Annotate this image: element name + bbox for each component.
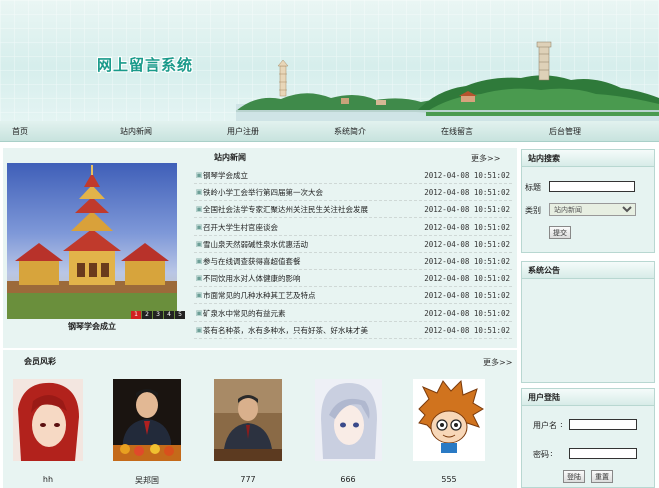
news-item-date: 2012-04-08 10:51:02 xyxy=(424,205,510,215)
login-username-colon: : xyxy=(560,420,563,429)
carousel-page-5[interactable]: 5 xyxy=(175,311,185,319)
news-item-date: 2012-04-08 10:51:02 xyxy=(424,188,510,198)
site-title: 网上留言系统 xyxy=(97,56,194,74)
carousel-page-3[interactable]: 3 xyxy=(153,311,163,319)
login-header: 用户登陆 xyxy=(522,389,654,406)
carousel-page-1[interactable]: 1 xyxy=(131,311,141,319)
news-item-date: 2012-04-08 10:51:02 xyxy=(424,291,510,301)
news-item[interactable]: ▣ 雪山泉天然弱碱性泉水优惠活动 2012-04-08 10:51:02 xyxy=(194,236,512,253)
news-item-date: 2012-04-08 10:51:02 xyxy=(424,257,510,266)
nav-online-message[interactable]: 在线留言 xyxy=(441,121,473,142)
login-username-input[interactable] xyxy=(569,419,637,430)
news-item-date: 2012-04-08 10:51:02 xyxy=(424,222,510,232)
member-photo-3[interactable] xyxy=(214,379,282,461)
members-header: 会员风彩 xyxy=(24,357,56,366)
members-more-link[interactable]: 更多>> xyxy=(483,357,512,368)
login-username-label: 用户名 xyxy=(533,421,557,430)
member-photo-5[interactable] xyxy=(413,379,485,461)
login-password-colon: : xyxy=(550,449,553,458)
login-password-input[interactable] xyxy=(569,448,637,459)
search-header: 站内搜索 xyxy=(522,150,654,167)
search-box: 站内搜索 标题 类别 站内新闻 提交 xyxy=(521,149,655,253)
tall-pagoda xyxy=(536,41,552,81)
news-item-title[interactable]: 矿泉水中常见的有益元素 xyxy=(203,305,423,322)
news-header: 站内新闻 xyxy=(214,153,246,162)
login-submit-button[interactable]: 登陆 xyxy=(563,470,585,483)
search-title-input[interactable] xyxy=(549,181,635,192)
member-name-5[interactable]: 555 xyxy=(409,475,489,484)
news-item-title[interactable]: 不同饮用水对人体健康的影响 xyxy=(203,270,423,287)
news-item[interactable]: ▣ 召开大学生村官座谈会 2012-04-08 10:51:02 xyxy=(194,219,512,236)
site-banner: 网上留言系统 xyxy=(0,0,659,121)
news-item-date: 2012-04-08 10:51:02 xyxy=(424,171,510,180)
news-item[interactable]: ▣ 参与在线调查获得喜超值套餐 2012-04-08 10:51:02 xyxy=(194,253,512,270)
news-item-title[interactable]: 钢琴学会成立 xyxy=(203,167,423,184)
carousel-caption[interactable]: 钢琴学会成立 xyxy=(7,321,177,332)
news-item-title[interactable]: 铁岭小学工会举行第四届第一次大会 xyxy=(203,184,423,201)
member-photo-2[interactable] xyxy=(113,379,181,461)
news-item[interactable]: ▣ 全国社会法学专家汇聚达州关注民生关注社会发展 2012-04-08 10:51:… xyxy=(194,201,512,219)
news-more-link[interactable]: 更多>> xyxy=(471,153,500,164)
search-category-select[interactable]: 站内新闻 xyxy=(549,203,636,216)
login-reset-button[interactable]: 重置 xyxy=(591,470,613,483)
news-item-title[interactable]: 参与在线调查获得喜超值套餐 xyxy=(203,253,423,270)
small-pagoda xyxy=(277,59,289,97)
news-item-date: 2012-04-08 10:51:02 xyxy=(424,274,510,284)
news-item-title[interactable]: 召开大学生村官座谈会 xyxy=(203,219,423,236)
carousel-page-4[interactable]: 4 xyxy=(164,311,174,319)
news-item-title[interactable]: 全国社会法学专家汇聚达州关注民生关注社会发展 xyxy=(203,201,423,218)
nav-home[interactable]: 首页 xyxy=(12,121,28,142)
news-item[interactable]: ▣ 矿泉水中常见的有益元素 2012-04-08 10:51:02 xyxy=(194,305,512,322)
news-item-title[interactable]: 市面常见的几种水种其工艺及特点 xyxy=(203,287,423,304)
member-name-3[interactable]: 777 xyxy=(208,475,288,484)
carousel-page-2[interactable]: 2 xyxy=(142,311,152,319)
news-item[interactable]: ▣ 茶有名种茶，水有多种水，只有好茶、好水味才美 2012-04-08 10:51:… xyxy=(194,322,512,339)
nav-system-intro[interactable]: 系统简介 xyxy=(334,121,366,142)
nav-user-register[interactable]: 用户注册 xyxy=(227,121,259,142)
news-carousel[interactable] xyxy=(7,163,177,319)
search-category-label: 类别 xyxy=(525,206,541,215)
news-item-date: 2012-04-08 10:51:02 xyxy=(424,308,510,318)
login-password-label: 密码 xyxy=(533,450,549,459)
news-item[interactable]: ▣ 不同饮用水对人体健康的影响 2012-04-08 10:51:02 xyxy=(194,270,512,288)
announcement-box: 系统公告 xyxy=(521,261,655,383)
carousel-image xyxy=(7,165,177,319)
member-photo-1[interactable] xyxy=(13,379,83,461)
main-nav: 首页 站内新闻 用户注册 系统简介 在线留言 后台管理 xyxy=(0,121,659,142)
nav-site-news[interactable]: 站内新闻 xyxy=(120,121,152,142)
news-item[interactable]: ▣ 铁岭小学工会举行第四届第一次大会 2012-04-08 10:51:02 xyxy=(194,184,512,202)
member-photo-4[interactable] xyxy=(315,379,382,461)
member-name-2[interactable]: 吴邦国 xyxy=(107,475,187,486)
nav-admin[interactable]: 后台管理 xyxy=(549,121,581,142)
island-pagoda-scenery xyxy=(236,41,659,121)
search-submit-button[interactable]: 提交 xyxy=(549,226,571,239)
news-item-date: 2012-04-08 10:51:02 xyxy=(424,325,510,335)
announcement-header: 系统公告 xyxy=(522,262,654,279)
member-name-4[interactable]: 666 xyxy=(308,475,388,484)
news-item[interactable]: ▣ 市面常见的几种水种其工艺及特点 2012-04-08 10:51:02 xyxy=(194,287,512,305)
login-box: 用户登陆 用户名 : 密码 : 登陆 重置 xyxy=(521,388,655,488)
news-item-date: 2012-04-08 10:51:02 xyxy=(424,239,510,249)
news-item-title[interactable]: 雪山泉天然弱碱性泉水优惠活动 xyxy=(203,236,423,253)
news-item-title[interactable]: 茶有名种茶，水有多种水，只有好茶、好水味才美 xyxy=(203,322,423,339)
search-title-label: 标题 xyxy=(525,183,541,192)
member-name-1[interactable]: hh xyxy=(8,475,88,484)
news-item[interactable]: ▣ 钢琴学会成立 2012-04-08 10:51:02 xyxy=(194,167,512,184)
